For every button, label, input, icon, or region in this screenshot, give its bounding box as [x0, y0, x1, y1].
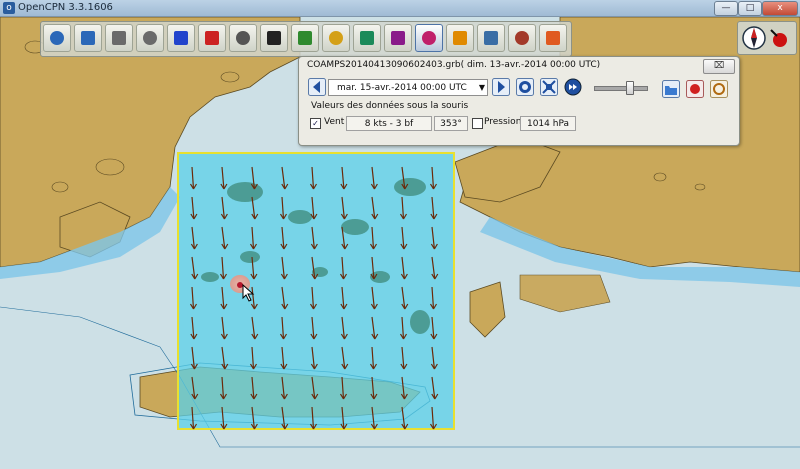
- chevron-down-icon: ▼: [478, 83, 485, 92]
- ship-icon: [205, 31, 219, 45]
- playback-slider[interactable]: [594, 86, 648, 91]
- title-bar: o OpenCPN 3.3.1606 — □ x: [0, 0, 800, 17]
- time-select[interactable]: mar. 15-avr.-2014 00:00 UTC ▼: [328, 79, 488, 96]
- scale-in-icon: [112, 31, 126, 45]
- compass-icon: [742, 26, 766, 50]
- dashboard-icon: [453, 31, 467, 45]
- compass-panel[interactable]: [737, 21, 797, 55]
- pressure-value: 1014 hPa: [520, 116, 576, 131]
- track-icon: [298, 31, 312, 45]
- tides-icon: [360, 31, 374, 45]
- preferences-button[interactable]: [710, 80, 728, 98]
- heart-icon: [690, 84, 700, 94]
- toolbar-button-grib[interactable]: [415, 24, 443, 52]
- display-settings-button[interactable]: [686, 80, 704, 98]
- grib-dialog-title: COAMPS20140413090602403.grb( dim. 13-avr…: [307, 60, 601, 70]
- play-button[interactable]: [564, 78, 582, 96]
- grib-icon: [422, 31, 436, 45]
- toolbar-button-track[interactable]: [291, 24, 319, 52]
- maximize-button[interactable]: □: [738, 1, 762, 16]
- settings-icon: [236, 31, 250, 45]
- toolbar-button-route[interactable]: [167, 24, 195, 52]
- toolbar-button-tides[interactable]: [353, 24, 381, 52]
- data-under-mouse-label: Valeurs des données sous la souris: [311, 101, 469, 111]
- zoom-out-icon: [81, 31, 95, 45]
- toolbar-button-route-manager[interactable]: [384, 24, 412, 52]
- route-icon: [174, 31, 188, 45]
- wind-speed-value: 8 kts - 3 bf: [346, 116, 432, 131]
- toolbar-button-alarm[interactable]: [508, 24, 536, 52]
- toolbar-button-dashboard[interactable]: [446, 24, 474, 52]
- time-select-value: mar. 15-avr.-2014 00:00 UTC: [337, 83, 467, 93]
- gps-status-icon: [770, 29, 787, 47]
- wind-direction-value: 353°: [434, 116, 468, 131]
- alarm-icon: [515, 31, 529, 45]
- zoom-in-icon: [50, 31, 64, 45]
- toolbar-button-lifebuoy[interactable]: [539, 24, 567, 52]
- pressure-checkbox[interactable]: [472, 118, 483, 129]
- scale-out-icon: [143, 31, 157, 45]
- chart-quilt-icon: [329, 31, 343, 45]
- wind-label: Vent: [324, 117, 345, 127]
- toolbar-button-ship[interactable]: [198, 24, 226, 52]
- toolbar-button-text[interactable]: [260, 24, 288, 52]
- toolbar-button-scale-in[interactable]: [105, 24, 133, 52]
- lifebuoy-icon: [546, 31, 560, 45]
- grib-close-button[interactable]: ⌧: [703, 59, 735, 74]
- toolbar-button-ais[interactable]: [477, 24, 505, 52]
- zoom-to-center-button[interactable]: [540, 78, 558, 96]
- wind-checkbox[interactable]: ✓: [310, 118, 321, 129]
- pressure-label: Pression: [484, 117, 522, 127]
- app-icon: o: [3, 2, 15, 14]
- playback-slider-thumb[interactable]: [626, 81, 634, 95]
- ais-icon: [484, 31, 498, 45]
- route-manager-icon: [391, 31, 405, 45]
- previous-time-button[interactable]: [308, 78, 326, 96]
- window-title: OpenCPN 3.3.1606: [18, 2, 113, 13]
- close-button[interactable]: x: [762, 1, 798, 16]
- text-icon: [267, 31, 281, 45]
- open-file-button[interactable]: [662, 80, 680, 98]
- mouse-pointer-icon: [242, 284, 255, 302]
- toolbar-button-zoom-in[interactable]: [43, 24, 71, 52]
- minimize-button[interactable]: —: [714, 1, 738, 16]
- next-time-button[interactable]: [492, 78, 510, 96]
- toolbar-button-zoom-out[interactable]: [74, 24, 102, 52]
- now-button[interactable]: [516, 78, 534, 96]
- toolbar-button-scale-out[interactable]: [136, 24, 164, 52]
- toolbar-button-chart-quilt[interactable]: [322, 24, 350, 52]
- toolbar-button-settings[interactable]: [229, 24, 257, 52]
